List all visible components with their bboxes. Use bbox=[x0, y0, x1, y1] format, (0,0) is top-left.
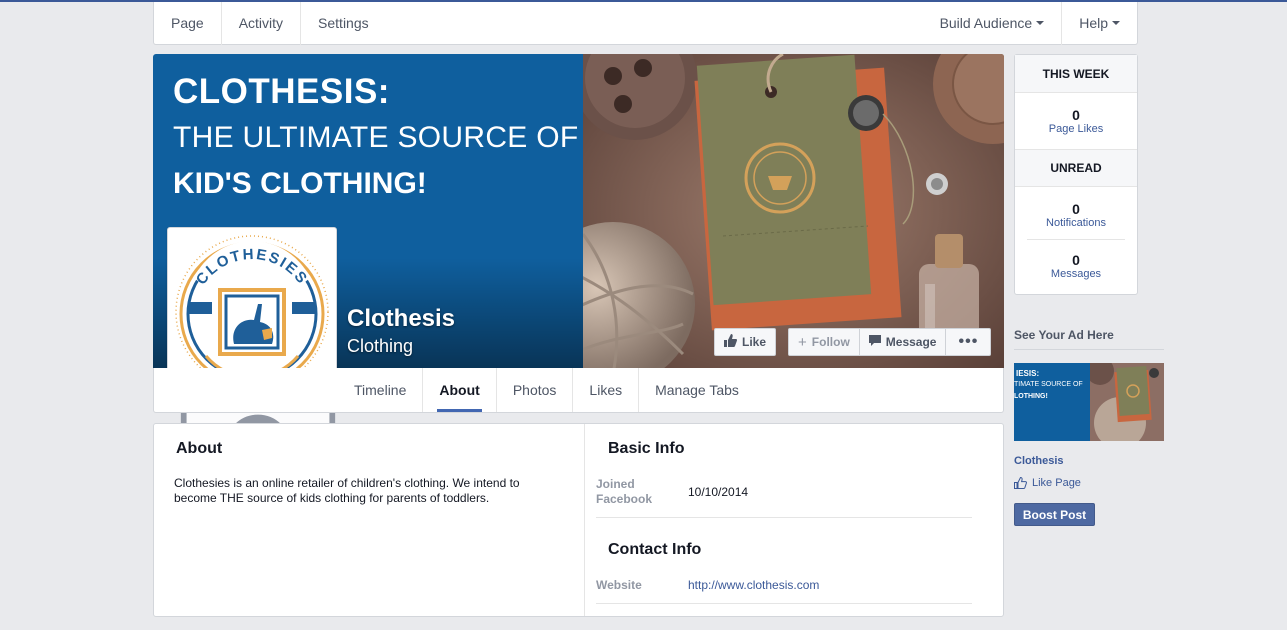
nav-build-audience-label: Build Audience bbox=[939, 15, 1033, 31]
contact-info-title: Contact Info bbox=[608, 541, 702, 558]
this-week-header: THIS WEEK bbox=[1015, 55, 1137, 93]
ad-image-line-3: LOTHING! bbox=[1014, 393, 1048, 400]
cover-headline-line-3: KID'S CLOTHING! bbox=[173, 167, 427, 200]
about-content-panel: About Clothesies is an online retailer o… bbox=[153, 423, 1004, 617]
page-likes-link[interactable]: Page Likes bbox=[1015, 123, 1137, 135]
craft-photo-illustration bbox=[531, 54, 1004, 368]
chevron-down-icon bbox=[1112, 21, 1120, 25]
nav-page-label: Page bbox=[171, 15, 204, 31]
about-section: About Clothesies is an online retailer o… bbox=[154, 424, 585, 616]
cover-headline: CLOTHESIS: THE ULTIMATE SOURCE OF KID'S … bbox=[173, 74, 579, 199]
nav-help[interactable]: Help bbox=[1061, 1, 1137, 45]
message-button[interactable]: Message bbox=[859, 328, 947, 356]
cover-product-photo bbox=[531, 54, 1004, 368]
follow-button[interactable]: + Follow bbox=[788, 328, 860, 356]
page-tab-bar: Timeline About Photos Likes Manage Tabs bbox=[153, 368, 1004, 413]
plus-icon: + bbox=[798, 333, 807, 351]
ellipsis-icon: ••• bbox=[958, 333, 979, 350]
joined-label: Joined Facebook bbox=[596, 477, 653, 506]
page-tabs: Timeline About Photos Likes Manage Tabs bbox=[338, 368, 755, 412]
tab-label: Likes bbox=[589, 382, 623, 398]
nav-activity[interactable]: Activity bbox=[222, 1, 302, 45]
tab-label: Manage Tabs bbox=[655, 382, 739, 398]
notifications-count: 0 bbox=[1072, 201, 1080, 217]
ad-image-photo bbox=[1086, 363, 1164, 441]
more-options-button[interactable]: ••• bbox=[946, 328, 992, 356]
notifications-link[interactable]: Notifications bbox=[1015, 217, 1137, 229]
nav-build-audience[interactable]: Build Audience bbox=[923, 2, 1062, 45]
about-description: Clothesies is an online retailer of chil… bbox=[174, 476, 520, 505]
message-button-label: Message bbox=[885, 335, 937, 349]
messages-count: 0 bbox=[1072, 252, 1080, 268]
boost-post-button[interactable]: Boost Post bbox=[1014, 503, 1095, 526]
ad-like-page-link[interactable]: Like Page bbox=[1014, 477, 1081, 489]
page-likes-stat[interactable]: 0 Page Likes bbox=[1015, 93, 1137, 149]
about-title: About bbox=[176, 440, 223, 457]
thumbs-up-icon bbox=[1014, 477, 1027, 489]
nav-help-label: Help bbox=[1079, 15, 1108, 31]
cover-headline-line-1: CLOTHESIS: bbox=[173, 72, 390, 111]
website-label: Website bbox=[596, 578, 642, 592]
like-button[interactable]: Like bbox=[714, 328, 777, 356]
like-button-label: Like bbox=[742, 335, 767, 349]
joined-value: 10/10/2014 bbox=[688, 485, 749, 499]
tab-label: Photos bbox=[512, 382, 557, 398]
messages-stat[interactable]: 0 Messages bbox=[1015, 240, 1137, 296]
basic-info-title: Basic Info bbox=[608, 440, 685, 457]
thumbs-up-icon bbox=[724, 334, 737, 350]
tab-timeline[interactable]: Timeline bbox=[338, 368, 424, 412]
speech-bubble-icon bbox=[868, 334, 881, 350]
info-section: Basic Info Joined Facebook 10/10/2014 Co… bbox=[586, 424, 1004, 616]
nav-settings-label: Settings bbox=[318, 15, 369, 31]
notifications-stat[interactable]: 0 Notifications bbox=[1015, 187, 1137, 239]
nav-activity-label: Activity bbox=[238, 15, 284, 31]
ad-image-line-2: TIMATE SOURCE OF bbox=[1014, 381, 1083, 388]
page-stats-box: THIS WEEK 0 Page Likes UNREAD 0 Notifica… bbox=[1014, 54, 1138, 295]
nav-page[interactable]: Page bbox=[154, 1, 222, 45]
ad-preview-title: See Your Ad Here bbox=[1014, 328, 1164, 350]
ad-like-page-label: Like Page bbox=[1032, 477, 1081, 489]
tab-about[interactable]: About bbox=[423, 368, 497, 412]
follow-button-label: Follow bbox=[811, 335, 850, 349]
tab-label: About bbox=[439, 382, 480, 398]
chevron-down-icon bbox=[1036, 21, 1045, 25]
tab-manage-tabs[interactable]: Manage Tabs bbox=[639, 368, 755, 412]
messages-link[interactable]: Messages bbox=[1015, 268, 1137, 280]
unread-header: UNREAD bbox=[1015, 149, 1137, 187]
ad-preview-image[interactable]: IESIS: TIMATE SOURCE OF LOTHING! bbox=[1014, 363, 1164, 441]
page-likes-count: 0 bbox=[1072, 107, 1080, 123]
page-category[interactable]: Clothing bbox=[347, 336, 413, 357]
tab-label: Timeline bbox=[354, 382, 407, 398]
tab-photos[interactable]: Photos bbox=[497, 368, 574, 412]
website-link[interactable]: http://www.clothesis.com bbox=[688, 578, 819, 592]
ad-page-name-link[interactable]: Clothesis bbox=[1014, 455, 1064, 467]
cover-actions: Like + Follow Message ••• bbox=[714, 328, 992, 356]
nav-settings[interactable]: Settings bbox=[301, 2, 386, 45]
ad-image-line-1: IESIS: bbox=[1016, 369, 1040, 378]
cover-headline-line-2: THE ULTIMATE SOURCE OF bbox=[173, 121, 579, 154]
tab-likes[interactable]: Likes bbox=[573, 368, 640, 412]
page-name: Clothesis bbox=[347, 305, 456, 332]
admin-nav-bar: Page Activity Settings Build Audience He… bbox=[153, 1, 1138, 45]
website-row: Website http://www.clothesis.com bbox=[596, 574, 972, 604]
joined-facebook-row: Joined Facebook 10/10/2014 bbox=[596, 474, 972, 518]
